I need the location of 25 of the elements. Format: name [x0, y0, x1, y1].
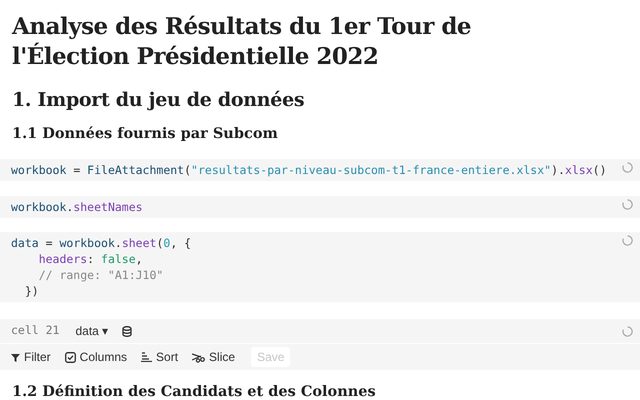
loading-icon — [622, 199, 633, 210]
sort-button[interactable]: Sort — [141, 348, 178, 366]
variable-dropdown[interactable]: data ▾ — [75, 322, 108, 340]
database-icon — [122, 326, 132, 336]
checkbox-icon — [64, 352, 76, 362]
code-line: }) — [24, 283, 40, 299]
subsection-heading: 1.1 Données fournis par Subcom — [11, 124, 279, 144]
section-heading: 1. Import du jeu de données — [11, 88, 306, 112]
filter-icon — [11, 352, 20, 362]
columns-button[interactable]: Columns — [64, 348, 128, 366]
code-line: workbook.sheetNames — [11, 199, 143, 215]
loading-icon — [622, 326, 633, 336]
loading-icon — [622, 162, 633, 173]
loading-icon — [622, 235, 633, 246]
sort-icon — [141, 352, 152, 362]
subsection-heading: 1.2 Définition des Candidats et des Colonnes — [11, 382, 377, 400]
code-line: workbook = FileAttachment("resultats-par-niveau-subcom-t1-france-entiere.xlsx").xlsx() — [11, 162, 606, 178]
slice-button[interactable]: Slice — [192, 348, 236, 366]
scissors-icon — [192, 352, 206, 362]
code-line: // range: "A1:J10" — [38, 267, 164, 283]
cell-label: cell 21 — [11, 322, 60, 340]
page-title: Analyse des Résultats du 1er Tour de l'Élection Présidentielle 2022 — [10, 12, 472, 72]
code-line: headers: false, — [38, 251, 144, 267]
filter-button[interactable]: Filter — [11, 348, 51, 366]
code-line: data = workbook.sheet(0, { — [11, 235, 192, 251]
